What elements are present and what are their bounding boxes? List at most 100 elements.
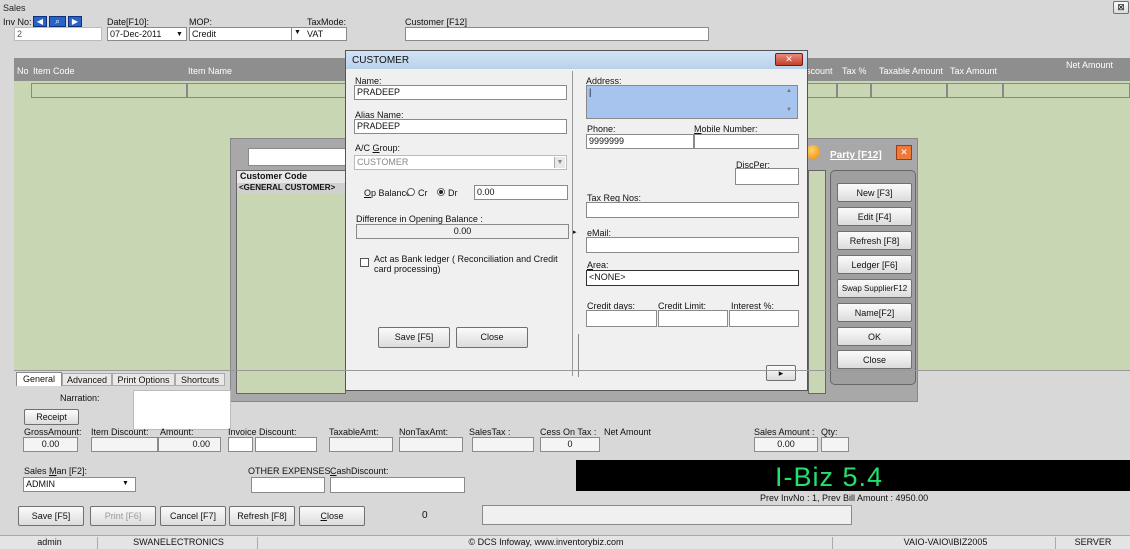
dialog-close-text-button[interactable]: Close — [456, 327, 528, 348]
phone-label: Phone: — [587, 124, 616, 134]
name-button[interactable]: Name[F2] — [837, 303, 912, 322]
refresh-button[interactable]: Refresh [F8] — [837, 231, 912, 250]
credit-days-input[interactable] — [586, 310, 657, 327]
footer-refresh-button[interactable]: Refresh [F8] — [229, 506, 295, 526]
chevron-down-icon[interactable]: ▼ — [122, 480, 129, 487]
discper-input[interactable] — [735, 168, 799, 185]
nontax-label: NonTaxAmt: — [399, 427, 449, 437]
grid-cell[interactable] — [31, 83, 187, 98]
phone-input[interactable]: 9999999 — [586, 134, 694, 149]
name-input[interactable]: PRADEEP — [354, 85, 567, 100]
status-server: SERVER — [1074, 537, 1112, 547]
inv-no-input[interactable]: 2 — [14, 27, 102, 41]
customer-list-right — [808, 170, 826, 394]
party-close-button[interactable]: ✕ — [896, 145, 912, 160]
customer-list — [236, 170, 346, 394]
qty-value — [821, 437, 849, 452]
cash-discount-input[interactable] — [330, 477, 465, 493]
grid-cell[interactable] — [871, 83, 947, 98]
swap-supplier-button[interactable]: Swap SupplierF12 — [837, 279, 912, 298]
other-expenses-input[interactable] — [251, 477, 325, 493]
footer-close-button[interactable]: Close — [299, 506, 365, 526]
grid-cell[interactable] — [1003, 83, 1130, 98]
chevron-down-icon[interactable]: ▼ — [294, 29, 301, 36]
status-company: SWANELECTRONICS — [100, 537, 258, 549]
area-select[interactable]: <NONE> — [586, 270, 799, 286]
col-header-discount: scount — [806, 66, 833, 76]
chevron-down-icon[interactable]: ▼ — [174, 29, 185, 39]
tab-print-options[interactable]: Print Options — [112, 373, 175, 386]
scroll-down-icon[interactable]: ▼ — [786, 107, 792, 113]
salesman-label: Sales Man [F2]: — [24, 466, 88, 476]
dr-radio[interactable] — [437, 188, 445, 196]
net-amount-label: Net Amount — [604, 427, 652, 437]
tab-general[interactable]: General — [16, 372, 62, 386]
customer-input[interactable] — [405, 27, 709, 41]
arrow-right-icon: ▸ — [573, 229, 577, 236]
grid-cell[interactable] — [187, 83, 347, 98]
nav-next-icon[interactable]: ▶ — [68, 16, 82, 27]
interest-input[interactable] — [729, 310, 799, 327]
customer-label: Customer [F12] — [405, 17, 468, 27]
chevron-down-icon[interactable]: ▼ — [554, 157, 565, 168]
salesman-value: ADMIN — [26, 479, 55, 489]
ledger-button[interactable]: Ledger [F6] — [837, 255, 912, 274]
date-value: 07-Dec-2011 — [110, 29, 162, 39]
tab-shortcuts[interactable]: Shortcuts — [175, 373, 225, 386]
taxreg-input[interactable] — [586, 202, 799, 218]
bank-ledger-label: Act as Bank ledger ( Reconciliation and … — [374, 254, 558, 274]
party-orb-icon — [806, 145, 820, 159]
mobile-input[interactable] — [694, 134, 799, 149]
date-input[interactable]: 07-Dec-2011 ▼ — [107, 27, 187, 41]
mop-select[interactable]: Credit ▼ — [189, 27, 303, 41]
salesman-select[interactable]: ADMIN ▼ — [23, 477, 136, 492]
customer-list-row-selected[interactable]: <GENERAL CUSTOMER> — [237, 183, 345, 194]
op-balance-input[interactable]: 0.00 — [474, 185, 568, 200]
taxmode-select[interactable]: ▼ VAT — [291, 27, 347, 41]
nav-prev-icon[interactable]: ◀ — [33, 16, 47, 27]
receipt-button[interactable]: Receipt — [24, 409, 79, 425]
narration-input[interactable] — [133, 390, 231, 430]
date-label: Date[F10]: — [107, 17, 150, 27]
customer-list-header: Customer Code — [237, 171, 345, 183]
grid-cell[interactable] — [837, 83, 871, 98]
group-select[interactable]: CUSTOMER ▼ — [354, 155, 567, 170]
search-icon[interactable]: ⌕ — [49, 16, 66, 27]
edit-button[interactable]: Edit [F4] — [837, 207, 912, 226]
item-discount-value — [91, 437, 158, 452]
invoice-discount-amount[interactable] — [255, 437, 317, 452]
footer-print-button[interactable]: Print [F6] — [90, 506, 156, 526]
footer-count: 0 — [422, 510, 428, 521]
credit-limit-input[interactable] — [658, 310, 728, 327]
save-button[interactable]: Save [F5] — [378, 327, 450, 348]
new-button[interactable]: New [F3] — [837, 183, 912, 202]
alias-input[interactable]: PRADEEP — [354, 119, 567, 134]
bank-ledger-checkbox[interactable] — [360, 258, 369, 267]
invoice-discount-percent[interactable] — [228, 437, 253, 452]
prev-invoice-info: Prev InvNo : 1, Prev Bill Amount : 4950.… — [760, 493, 929, 503]
tab-advanced[interactable]: Advanced — [62, 373, 112, 386]
address-input[interactable]: | — [586, 85, 798, 119]
mop-label: MOP: — [189, 17, 213, 27]
email-input[interactable] — [586, 237, 799, 253]
invoice-discount-label: Invoice Discount: — [228, 427, 297, 437]
scroll-right-button[interactable]: ▸ — [766, 365, 796, 381]
item-discount-label: Item Discount: — [91, 427, 149, 437]
diff-value: 0.00 — [356, 224, 569, 239]
party-close-list-button[interactable]: Close — [837, 350, 912, 369]
footer-cancel-button[interactable]: Cancel [F7] — [160, 506, 226, 526]
nontax-value — [399, 437, 463, 452]
ok-button[interactable]: OK — [837, 327, 912, 346]
dialog-close-button[interactable]: ✕ — [775, 53, 803, 66]
area-label: Area: — [587, 260, 609, 270]
dr-label: Dr — [448, 188, 458, 198]
footer-save-button[interactable]: Save [F5] — [18, 506, 84, 526]
window-close-button[interactable]: ⊠ — [1113, 1, 1129, 14]
grid-cell[interactable] — [947, 83, 1003, 98]
cr-radio[interactable] — [407, 188, 415, 196]
scroll-up-icon[interactable]: ▲ — [786, 88, 792, 94]
amount-value: 0.00 — [158, 437, 221, 452]
col-header-item-code: Item Code — [33, 66, 75, 76]
customer-search-input[interactable] — [248, 148, 348, 166]
window-title: Sales — [3, 3, 26, 13]
